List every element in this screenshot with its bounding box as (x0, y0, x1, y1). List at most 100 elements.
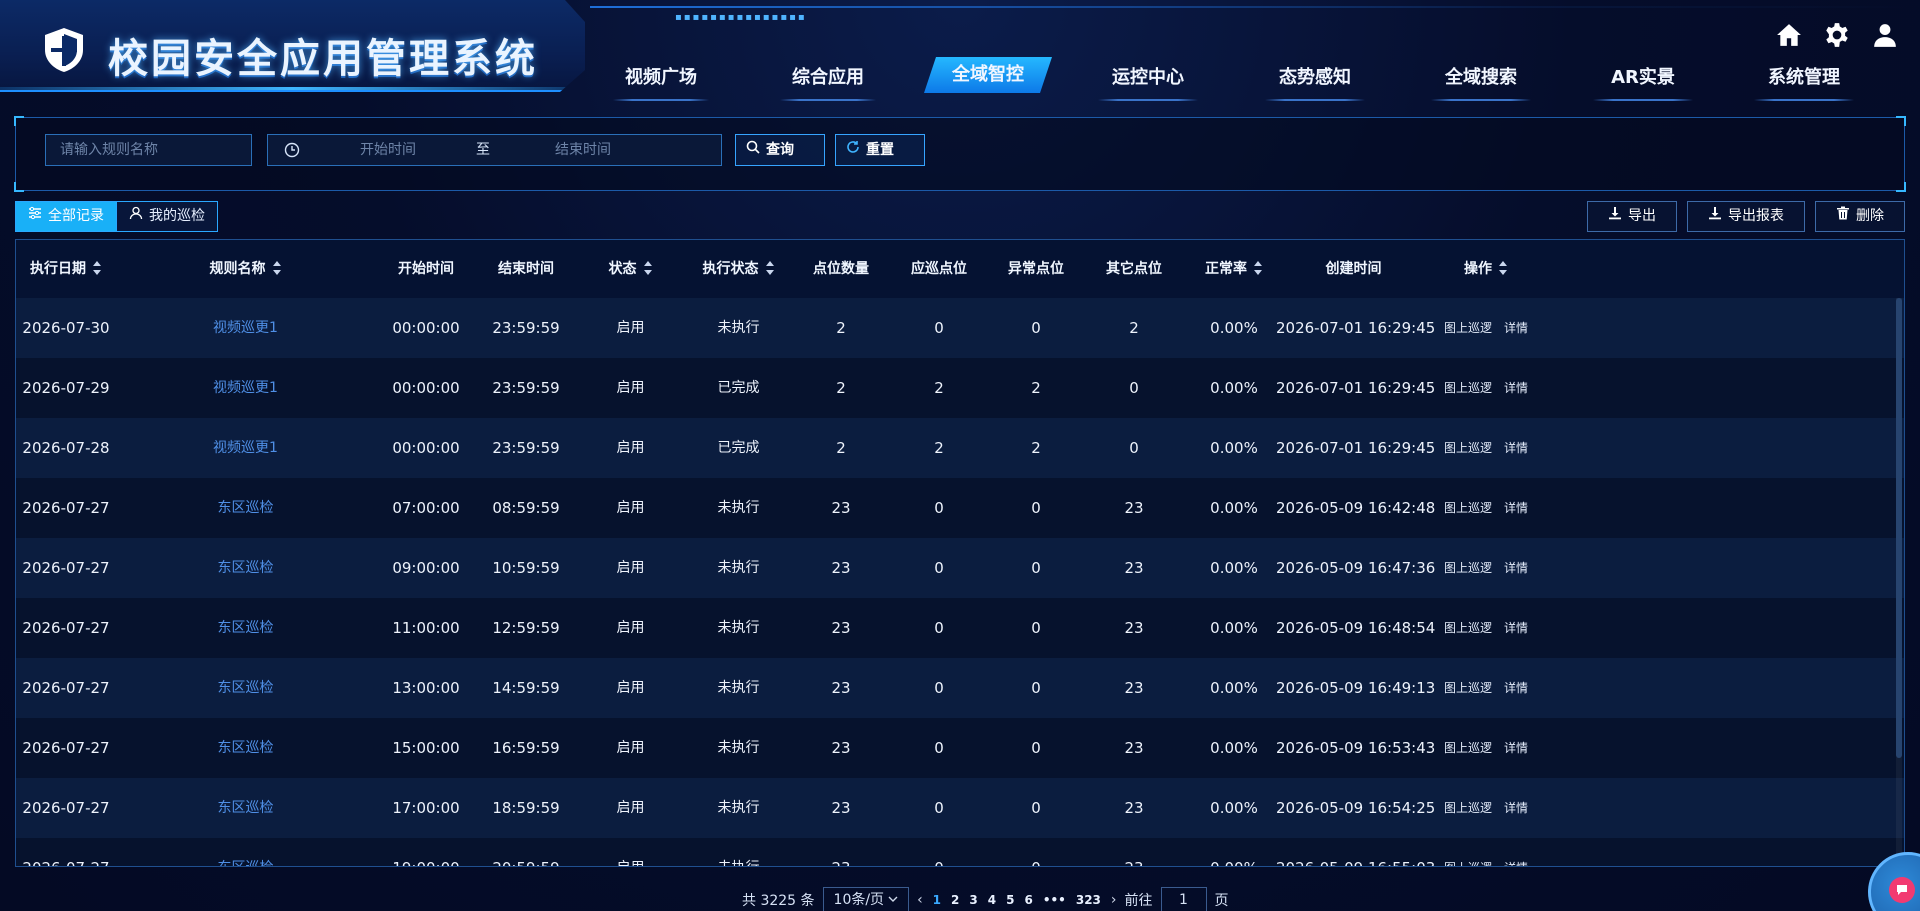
cell-exec-date: 2026-07-27 (22, 799, 110, 817)
page-number[interactable]: 323 (1074, 893, 1103, 907)
column-header-exec-date[interactable]: 执行日期 (16, 240, 116, 298)
map-patrol-link[interactable]: 图上巡逻 (1444, 838, 1492, 866)
map-patrol-link[interactable]: 图上巡逻 (1444, 598, 1492, 658)
detail-link[interactable]: 详情 (1504, 598, 1528, 658)
cell-rule-name[interactable]: 东区巡检 (173, 658, 318, 718)
table-row[interactable]: 2026-07-27 东区巡检 07:00:00 08:59:59 启用 未执行 23 0 0 2… (16, 478, 1904, 538)
page-number[interactable]: 4 (986, 893, 998, 907)
table-row[interactable]: 2026-07-30 视频巡更1 00:00:00 23:59:59 启用 未执行 2 0 0 2… (16, 298, 1904, 358)
sort-icon[interactable] (643, 261, 653, 275)
table-row[interactable]: 2026-07-27 东区巡检 17:00:00 18:59:59 启用 未执行 23 0 0 2… (16, 778, 1904, 838)
column-header-rule-name[interactable]: 规则名称 (173, 240, 318, 298)
column-header-exec-status[interactable]: 执行状态 (676, 240, 801, 298)
next-page-button[interactable]: › (1111, 892, 1117, 908)
nav-item-integrated-app[interactable]: 综合应用 (780, 55, 876, 101)
nav-item-system-management[interactable]: 系统管理 (1754, 55, 1854, 101)
table-row[interactable]: 2026-07-27 东区巡检 15:00:00 16:59:59 启用 未执行 23 0 0 2… (16, 718, 1904, 778)
page-number[interactable]: 3 (967, 893, 979, 907)
cell-status: 启用 (616, 320, 645, 336)
table-scrollbar[interactable] (1896, 298, 1902, 858)
sort-icon[interactable] (1253, 261, 1263, 275)
nav-item-ar-scene[interactable]: AR实景 (1593, 55, 1693, 101)
map-patrol-link[interactable]: 图上巡逻 (1444, 358, 1492, 418)
table-row[interactable]: 2026-07-29 视频巡更1 00:00:00 23:59:59 启用 已完成 2 2 2 0… (16, 358, 1904, 418)
cell-rule-name[interactable]: 视频巡更1 (173, 358, 318, 418)
page-number[interactable]: 1 (931, 893, 943, 907)
detail-link[interactable]: 详情 (1504, 778, 1528, 838)
prev-page-button[interactable]: ‹ (917, 892, 923, 908)
goto-page-input[interactable]: 1 (1160, 887, 1207, 911)
my-patrol-tab[interactable]: 我的巡检 (117, 201, 218, 232)
table-row[interactable]: 2026-07-27 东区巡检 09:00:00 10:59:59 启用 未执行 23 0 0 2… (16, 538, 1904, 598)
cell-exec-date: 2026-07-27 (22, 499, 110, 517)
detail-link[interactable]: 详情 (1504, 538, 1528, 598)
cell-rule-name[interactable]: 东区巡检 (173, 838, 318, 866)
cell-actions: 图上巡逻详情 (1426, 718, 1546, 778)
home-icon[interactable] (1776, 22, 1802, 48)
table-row[interactable]: 2026-07-27 东区巡检 11:00:00 12:59:59 启用 未执行 23 0 0 2… (16, 598, 1904, 658)
detail-link[interactable]: 详情 (1504, 358, 1528, 418)
detail-link[interactable]: 详情 (1504, 478, 1528, 538)
user-icon[interactable] (1872, 22, 1898, 48)
nav-item-global-search[interactable]: 全域搜索 (1431, 55, 1531, 101)
sort-icon[interactable] (92, 261, 102, 275)
cell-exec-status: 未执行 (676, 838, 801, 866)
sort-icon[interactable] (1498, 261, 1508, 275)
table-row[interactable]: 2026-07-27东区巡检19:00:0020:59:59启用未执行23002… (16, 838, 1904, 866)
query-button[interactable]: 查询 (735, 134, 825, 166)
column-header-actions[interactable]: 操作 (1426, 240, 1546, 298)
column-header-label: 点位数量 (813, 261, 869, 277)
table-row[interactable]: 2026-07-27 东区巡检 13:00:00 14:59:59 启用 未执行 23 0 0 2… (16, 658, 1904, 718)
table-row[interactable]: 2026-07-28 视频巡更1 00:00:00 23:59:59 启用 已完成 2 2 2 0… (16, 418, 1904, 478)
cell-rule-name[interactable]: 视频巡更1 (173, 298, 318, 358)
detail-link[interactable]: 详情 (1504, 298, 1528, 358)
sort-icon[interactable] (765, 261, 775, 275)
cell-rule-name[interactable]: 东区巡检 (173, 718, 318, 778)
cell-rule-name[interactable]: 东区巡检 (173, 778, 318, 838)
page-number[interactable]: 6 (1022, 893, 1034, 907)
scrollbar-thumb[interactable] (1896, 298, 1902, 758)
delete-button[interactable]: 删除 (1815, 201, 1905, 232)
column-header-normal-rate[interactable]: 正常率 (1184, 240, 1284, 298)
map-patrol-link[interactable]: 图上巡逻 (1444, 538, 1492, 598)
cell-rule-name[interactable]: 东区巡检 (173, 478, 318, 538)
sort-icon[interactable] (272, 261, 282, 275)
gear-icon[interactable] (1824, 22, 1850, 48)
export-report-button[interactable]: 导出报表 (1687, 201, 1805, 232)
page-number[interactable]: 2 (949, 893, 961, 907)
nav-item-video-square[interactable]: 视频广场 (613, 55, 709, 101)
map-patrol-link[interactable]: 图上巡逻 (1444, 478, 1492, 538)
cell-rule-name[interactable]: 东区巡检 (173, 598, 318, 658)
column-header-status[interactable]: 状态 (573, 240, 688, 298)
cell-start-time: 00:00:00 (392, 379, 460, 397)
nav-item-situation-awareness[interactable]: 态势感知 (1265, 55, 1365, 101)
map-patrol-link[interactable]: 图上巡逻 (1444, 418, 1492, 478)
all-records-tab[interactable]: 全部记录 (15, 201, 117, 232)
nav-item-ops-center[interactable]: 运控中心 (1098, 55, 1198, 101)
page-size-select[interactable]: 10条/页 (822, 887, 910, 911)
detail-link[interactable]: 详情 (1504, 418, 1528, 478)
date-range-picker[interactable]: 开始时间 至 结束时间 (267, 134, 722, 166)
cell-rule-name[interactable]: 东区巡检 (173, 538, 318, 598)
column-header-patrol-points: 应巡点位 (889, 240, 989, 298)
cell-patrol-points: 2 (934, 439, 944, 457)
start-time-input[interactable]: 开始时间 (360, 135, 416, 165)
cell-actions: 图上巡逻详情 (1426, 298, 1546, 358)
reset-button[interactable]: 重置 (835, 134, 925, 166)
cell-normal-rate: 0.00% (1210, 679, 1258, 697)
nav-item-global-control[interactable]: 全域智控 (924, 57, 1052, 93)
detail-link[interactable]: 详情 (1504, 838, 1528, 866)
map-patrol-link[interactable]: 图上巡逻 (1444, 778, 1492, 838)
page-number[interactable]: 5 (1004, 893, 1016, 907)
map-patrol-link[interactable]: 图上巡逻 (1444, 658, 1492, 718)
map-patrol-link[interactable]: 图上巡逻 (1444, 718, 1492, 778)
page-number[interactable]: ••• (1041, 893, 1068, 907)
export-button[interactable]: 导出 (1587, 201, 1677, 232)
detail-link[interactable]: 详情 (1504, 718, 1528, 778)
cell-patrol-points: 0 (934, 799, 944, 817)
end-time-input[interactable]: 结束时间 (555, 135, 611, 165)
cell-rule-name[interactable]: 视频巡更1 (173, 418, 318, 478)
map-patrol-link[interactable]: 图上巡逻 (1444, 298, 1492, 358)
rule-name-input[interactable]: 请输入规则名称 (45, 134, 252, 166)
detail-link[interactable]: 详情 (1504, 658, 1528, 718)
